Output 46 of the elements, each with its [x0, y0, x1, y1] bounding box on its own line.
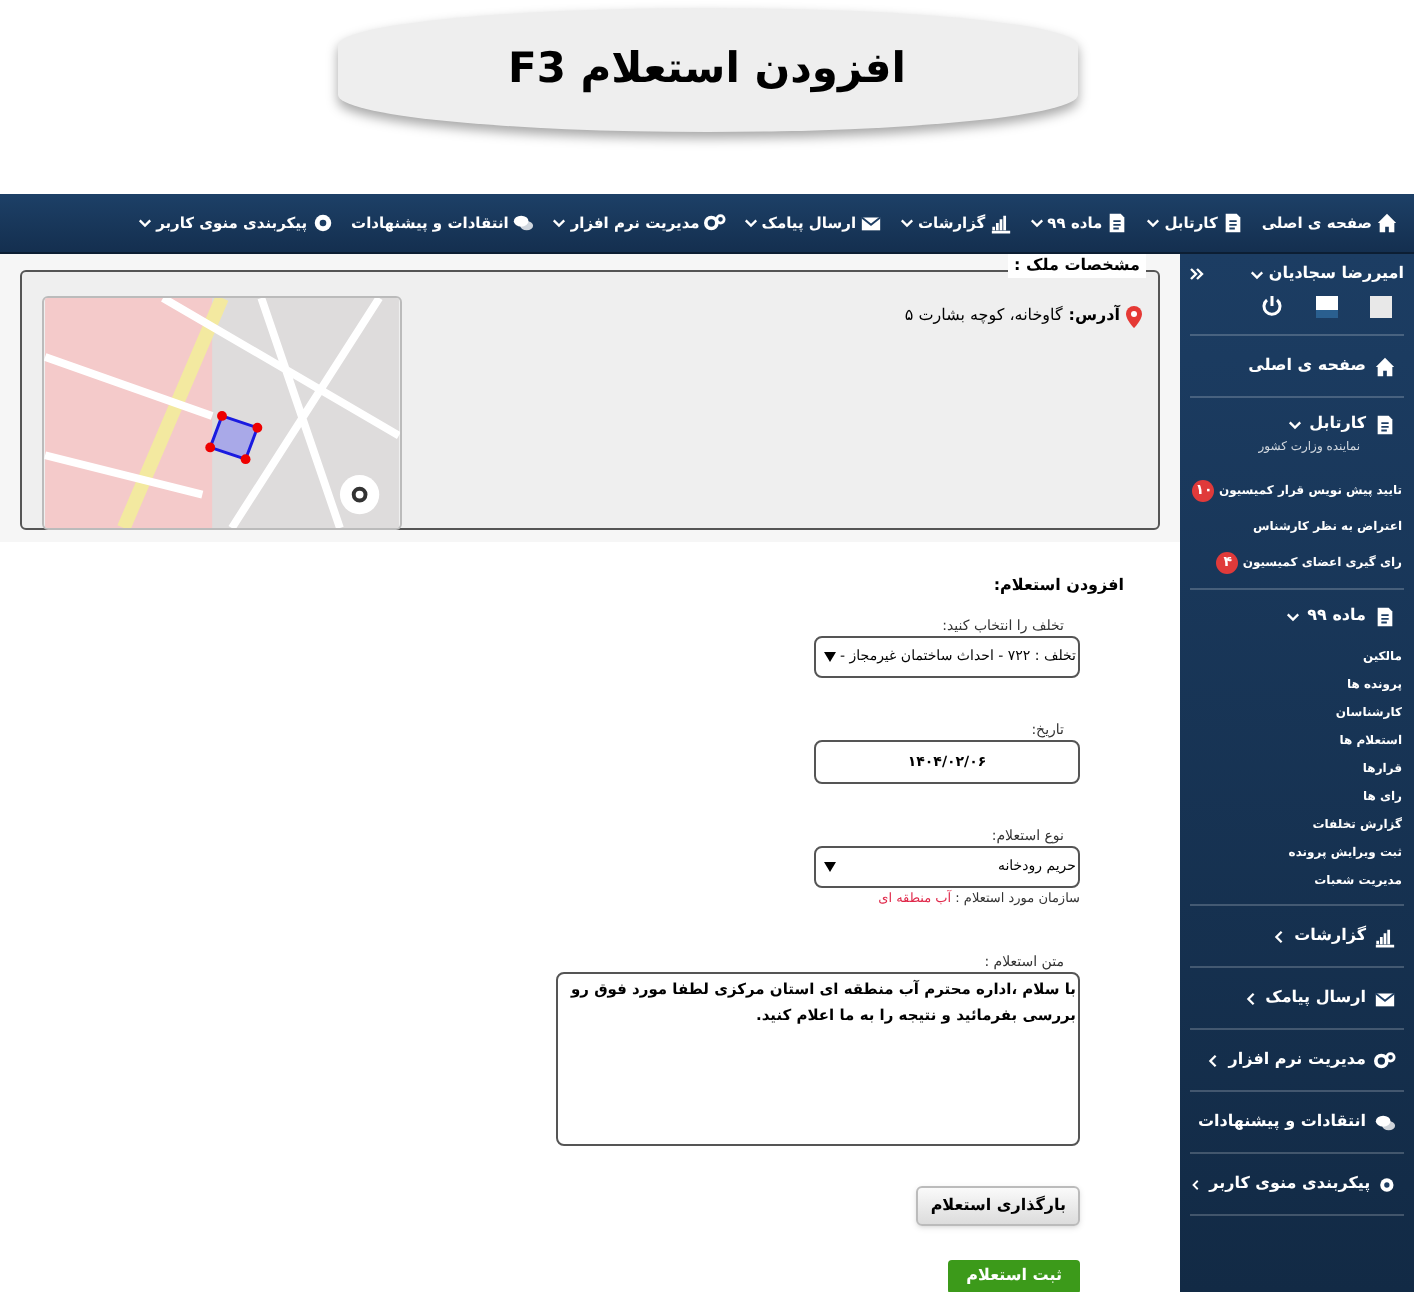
gears-icon	[703, 212, 726, 234]
address-value: گاوخانه، کوچه بشارت ۵	[904, 304, 1063, 328]
bird-logo-icon[interactable]	[1316, 295, 1338, 317]
chevron-down-icon	[1029, 216, 1044, 230]
sidebar-menu-item[interactable]: ارسال پیامک	[1190, 986, 1404, 1010]
home-icon	[1374, 355, 1396, 377]
panel-legend: مشخصات ملک :	[1008, 254, 1146, 278]
document-icon	[1374, 413, 1396, 435]
document-icon	[1106, 212, 1129, 234]
chevron-down-icon	[743, 216, 758, 230]
sidebar-menu-item[interactable]: گزارشات	[1190, 924, 1404, 948]
emblem-icon[interactable]	[1370, 295, 1392, 317]
home-icon	[1376, 212, 1398, 234]
gear-icon	[1378, 1173, 1396, 1195]
sidebar-menu-item[interactable]: انتقادات و پیشنهادات	[1190, 1110, 1404, 1134]
banner-title: افزودن استعلام F3	[508, 42, 906, 97]
double-chevron-icon[interactable]	[1190, 268, 1204, 280]
address-label: آدرس:	[1068, 304, 1120, 328]
document-icon	[1221, 212, 1244, 234]
sidebar-menu-item[interactable]: کارتابل	[1190, 412, 1404, 436]
upload-button[interactable]: بارگذاری استعلام	[916, 1185, 1080, 1226]
submit-button[interactable]: ثبت استعلام	[948, 1259, 1080, 1292]
user-name[interactable]: امیررضا سجادیان	[1268, 262, 1404, 286]
chevron-down-icon	[1146, 216, 1161, 230]
power-icon[interactable]	[1260, 294, 1284, 318]
document-icon	[1374, 605, 1396, 627]
chevron-down-icon	[1250, 267, 1265, 281]
envelope-icon	[1374, 987, 1396, 1009]
speech-bubbles-icon	[1374, 1111, 1396, 1133]
speech-bubbles-icon	[512, 212, 535, 234]
sidebar-menu-item[interactable]: صفحه ی اصلی	[1190, 354, 1404, 378]
form-heading: افزودن استعلام:	[993, 574, 1124, 598]
bar-chart-icon	[989, 212, 1012, 234]
chevron-down-icon	[900, 216, 915, 230]
envelope-icon	[860, 212, 883, 234]
sidebar-menu-item[interactable]: پیکربندی منوی کاربر	[1190, 1172, 1404, 1196]
bar-chart-icon	[1374, 925, 1396, 947]
gear-icon	[311, 212, 334, 234]
dropdown-arrow-icon	[824, 862, 836, 872]
chevron-down-icon	[552, 216, 567, 230]
sidebar-menu-item[interactable]: ماده ۹۹	[1190, 604, 1404, 628]
sidebar-menu-item[interactable]: مدیریت نرم افزار	[1190, 1048, 1404, 1072]
chevron-down-icon	[138, 216, 153, 230]
gears-icon	[1374, 1049, 1396, 1071]
dropdown-arrow-icon	[824, 652, 836, 662]
location-pin-icon	[1126, 305, 1142, 327]
